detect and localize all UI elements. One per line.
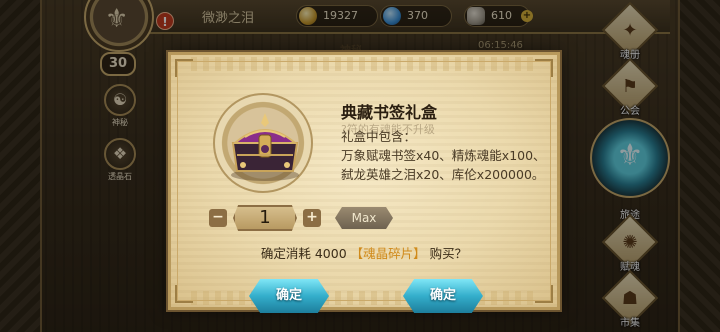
dialog-bottom-ornament — [191, 291, 537, 305]
corner-ornament — [535, 59, 553, 77]
confirm-prefix: 确定消耗 4000 — [260, 246, 351, 261]
increase-quantity-button[interactable]: + — [303, 209, 321, 227]
item-description: 礼盒中包含： 万象赋魂书签x40、精炼魂能x100、弑龙英雄之泪x20、库伦x2… — [341, 129, 546, 182]
corner-ornament — [175, 59, 193, 77]
purchase-confirm-text: 确定消耗 4000 【魂晶碎片】 购买？ — [171, 243, 557, 262]
item-title: 典藏书签礼盒 — [341, 103, 438, 122]
confirm-button-right[interactable]: 确定 — [403, 279, 483, 313]
currency-name: 【魂晶碎片】 — [350, 246, 426, 261]
max-quantity-button[interactable]: Max — [335, 207, 393, 229]
dialog-top-ornament — [191, 57, 537, 71]
item-image-frame — [213, 93, 313, 193]
confirm-button-left[interactable]: 确定 — [249, 279, 329, 313]
confirm-suffix: 购买？ — [425, 246, 468, 261]
purchase-dialog: 典藏书签礼盒 ?符的有魂能不升级 礼盒中包含： 万象赋魂书签x40、精炼魂能x1… — [168, 52, 560, 313]
corner-ornament — [535, 285, 553, 303]
quantity-field[interactable]: 1 — [233, 205, 297, 231]
corner-ornament — [175, 285, 193, 303]
treasure-chest-icon — [231, 113, 299, 181]
decrease-quantity-button[interactable]: − — [209, 209, 227, 227]
